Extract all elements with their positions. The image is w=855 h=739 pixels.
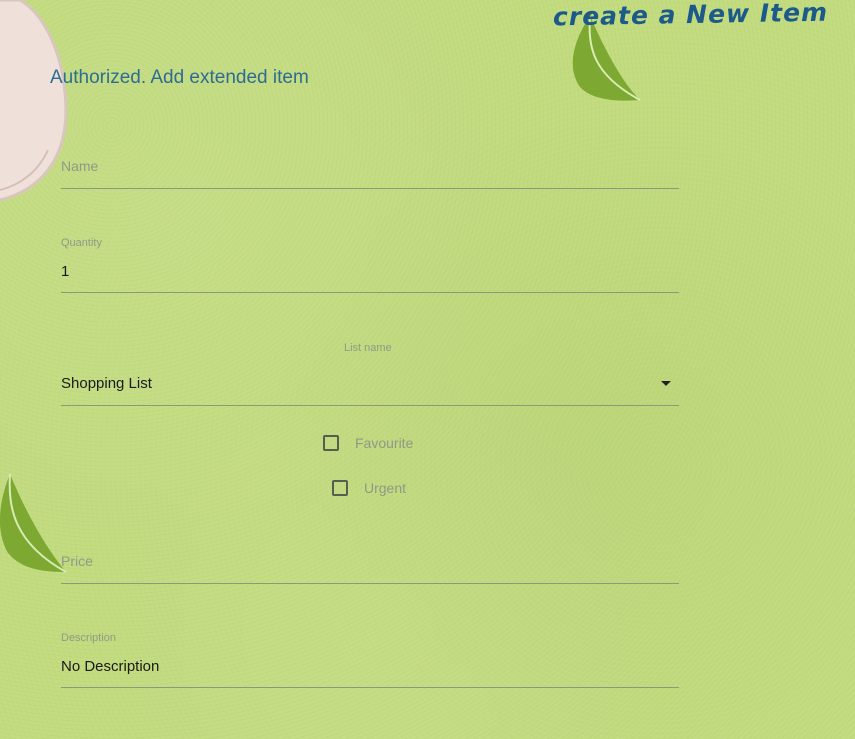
favourite-label: Favourite xyxy=(355,435,414,451)
description-underline xyxy=(61,687,679,688)
description-field[interactable]: Description No Description xyxy=(61,630,679,690)
quantity-underline xyxy=(61,292,679,293)
urgent-checkbox[interactable]: Urgent xyxy=(332,480,406,496)
list-name-underline xyxy=(61,405,679,406)
name-placeholder: Name xyxy=(61,158,99,174)
urgent-checkbox-box[interactable] xyxy=(332,480,348,496)
price-field[interactable]: Price xyxy=(61,545,679,585)
caret-down-icon[interactable] xyxy=(661,381,671,386)
urgent-label: Urgent xyxy=(364,480,407,496)
favourite-checkbox[interactable]: Favourite xyxy=(323,435,413,451)
page-title: create a New Item xyxy=(552,0,829,32)
list-name-label: List name xyxy=(344,342,392,354)
mushroom-decoration xyxy=(0,0,68,202)
description-value: No Description xyxy=(61,658,160,675)
list-name-select[interactable]: List name Shopping List xyxy=(61,340,679,407)
name-field[interactable]: Name xyxy=(61,150,679,190)
list-name-value: Shopping List xyxy=(61,375,152,392)
name-underline xyxy=(61,188,679,189)
price-underline xyxy=(61,583,679,584)
quantity-label: Quantity xyxy=(61,237,102,249)
leaf-icon xyxy=(0,473,67,573)
status-heading: Authorized. Add extended item xyxy=(50,67,309,88)
description-label: Description xyxy=(61,632,117,644)
quantity-value: 1 xyxy=(61,263,70,280)
quantity-field[interactable]: Quantity 1 xyxy=(61,235,679,295)
price-placeholder: Price xyxy=(61,553,93,569)
favourite-checkbox-box[interactable] xyxy=(323,435,339,451)
